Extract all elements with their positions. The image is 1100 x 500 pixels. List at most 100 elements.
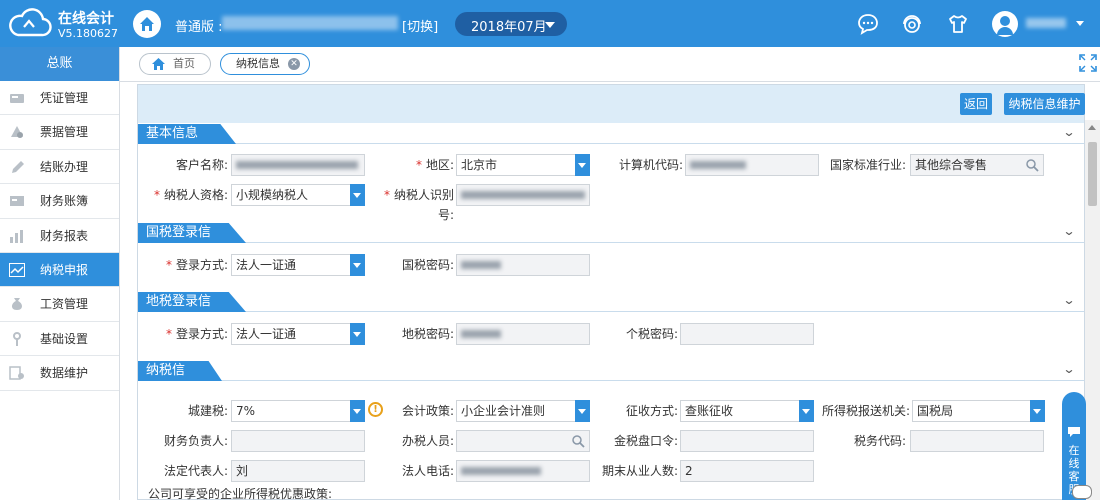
tax-handler-field[interactable] bbox=[456, 430, 590, 452]
collapse-icon[interactable]: ⌄ bbox=[1062, 224, 1075, 238]
dropdown-arrow-icon[interactable] bbox=[350, 254, 365, 276]
industry-field[interactable]: 其他综合零售 bbox=[910, 154, 1044, 176]
computer-code-label: 计算机代码: bbox=[618, 158, 683, 172]
search-icon[interactable] bbox=[571, 434, 585, 448]
redacted-value bbox=[461, 330, 501, 338]
sidebar-item-ledger[interactable]: 财务账簿 bbox=[0, 184, 119, 219]
local-login-method-select[interactable]: 法人一证通 bbox=[231, 323, 365, 345]
dropdown-arrow-icon[interactable] bbox=[350, 184, 365, 206]
back-button[interactable]: 返回 bbox=[960, 93, 992, 115]
database-icon bbox=[9, 366, 24, 380]
section-title: 纳税信息 bbox=[138, 361, 222, 381]
accounting-policy-label: 会计政策: bbox=[401, 404, 454, 418]
support-icon[interactable] bbox=[901, 13, 923, 35]
local-login-method-value: 法人一证通 bbox=[236, 327, 297, 341]
sidebar-item-settings[interactable]: 基础设置 bbox=[0, 322, 119, 357]
collection-method-select[interactable]: 查账征收 bbox=[680, 400, 814, 422]
taxpayer-type-select[interactable]: 小规模纳税人 bbox=[231, 184, 365, 206]
sidebar-item-invoice[interactable]: 票据管理 bbox=[0, 115, 119, 150]
period-selector[interactable]: 2018年07月 bbox=[455, 12, 567, 36]
national-password-field[interactable] bbox=[456, 254, 590, 276]
close-tab-icon[interactable]: ✕ bbox=[288, 58, 300, 70]
dropdown-arrow-icon[interactable] bbox=[350, 323, 365, 345]
bar-chart-icon bbox=[10, 229, 23, 243]
collapse-icon[interactable]: ⌄ bbox=[1062, 125, 1075, 139]
collection-method-value: 查账征收 bbox=[685, 404, 734, 418]
home-icon bbox=[152, 58, 165, 70]
region-label: * 地区: bbox=[415, 158, 454, 172]
scroll-thumb[interactable] bbox=[1088, 142, 1097, 206]
national-login-method-select[interactable]: 法人一证通 bbox=[231, 254, 365, 276]
home-icon bbox=[140, 17, 154, 31]
redacted-value bbox=[461, 191, 585, 199]
tab-home[interactable]: 首页 bbox=[139, 53, 211, 75]
section-national-tax-login: 国税登录信息 ⌄ bbox=[138, 223, 1084, 243]
sidebar-item-reports[interactable]: 财务报表 bbox=[0, 219, 119, 253]
search-icon[interactable] bbox=[1025, 158, 1039, 172]
finance-head-field[interactable] bbox=[231, 430, 365, 452]
sidebar-item-tax-filing[interactable]: 纳税申报 bbox=[0, 252, 119, 288]
username-redacted[interactable] bbox=[1026, 18, 1066, 28]
message-icon[interactable] bbox=[857, 13, 879, 35]
maintain-tax-info-button[interactable]: 纳税信息维护 bbox=[1004, 93, 1085, 115]
dropdown-arrow-icon[interactable] bbox=[799, 400, 814, 422]
dropdown-arrow-icon[interactable] bbox=[1030, 400, 1045, 422]
section-title: 国税登录信息 bbox=[138, 223, 246, 243]
tax-authority-label: 所得税报送机关: bbox=[821, 404, 910, 418]
tax-disk-password-field[interactable] bbox=[680, 430, 814, 452]
sidebar-item-label: 结账办理 bbox=[40, 159, 89, 174]
sidebar-item-payroll[interactable]: 工资管理 bbox=[0, 287, 119, 322]
sidebar-item-data-maintenance[interactable]: 数据维护 bbox=[0, 356, 119, 391]
home-button[interactable] bbox=[133, 10, 161, 38]
page-scrollbar[interactable] bbox=[1085, 120, 1100, 500]
local-password-field[interactable] bbox=[456, 323, 590, 345]
user-menu-caret-icon[interactable] bbox=[1076, 21, 1084, 26]
tab-tax-info[interactable]: 纳税信息 ✕ bbox=[220, 53, 310, 75]
fullscreen-icon[interactable] bbox=[1078, 53, 1098, 73]
national-login-method-label: * 登录方式: bbox=[165, 258, 228, 272]
collapse-icon[interactable]: ⌄ bbox=[1062, 293, 1075, 307]
app-logo[interactable]: 在线会计 V5.180627 bbox=[6, 6, 118, 42]
taxpayer-id-field[interactable] bbox=[456, 184, 590, 206]
legal-phone-field[interactable] bbox=[456, 460, 590, 482]
collapse-icon[interactable]: ⌄ bbox=[1062, 362, 1075, 376]
tax-agent-code-field[interactable] bbox=[910, 430, 1044, 452]
taxpayer-type-label: * 纳税人资格: bbox=[153, 188, 228, 202]
top-bar: 在线会计 V5.180627 普通版 : [切换] 2018年07月 bbox=[0, 0, 1100, 47]
legal-representative-field[interactable]: 刘 bbox=[231, 460, 365, 482]
employee-count-field[interactable]: 2 bbox=[680, 460, 814, 482]
collection-method-label: 征收方式: bbox=[625, 404, 678, 418]
tax-authority-select[interactable]: 国税局 bbox=[912, 400, 1045, 422]
sidebar-item-closing[interactable]: 结账办理 bbox=[0, 150, 119, 185]
trend-icon bbox=[9, 262, 25, 277]
employee-count-value: 2 bbox=[685, 464, 693, 478]
tax-handler-label: 办税人员: bbox=[401, 434, 454, 448]
client-name-field[interactable] bbox=[231, 154, 365, 176]
section-title: 基本信息 bbox=[138, 124, 236, 144]
sidebar-item-voucher[interactable]: 凭证管理 bbox=[0, 81, 119, 116]
computer-code-field[interactable] bbox=[685, 154, 819, 176]
scroll-up-arrow-icon[interactable] bbox=[1088, 125, 1096, 130]
region-select[interactable]: 北京市 bbox=[456, 154, 590, 176]
dropdown-arrow-icon[interactable] bbox=[350, 400, 365, 422]
user-avatar[interactable] bbox=[992, 11, 1018, 37]
dropdown-arrow-icon[interactable] bbox=[575, 154, 590, 176]
money-bag-icon bbox=[12, 298, 22, 311]
skin-icon[interactable] bbox=[947, 13, 969, 35]
local-login-method-label: * 登录方式: bbox=[165, 327, 228, 341]
legal-representative-value: 刘 bbox=[236, 464, 249, 478]
sidebar-item-label: 工资管理 bbox=[40, 297, 89, 312]
required-mark: * bbox=[165, 327, 172, 341]
dropdown-arrow-icon[interactable] bbox=[575, 400, 590, 422]
redacted-value bbox=[461, 261, 501, 269]
urban-tax-select[interactable]: 7% bbox=[231, 400, 365, 422]
chat-bubble-icon[interactable] bbox=[1072, 485, 1092, 499]
tab-tax-info-label: 纳税信息 bbox=[236, 57, 280, 70]
tax-incentive-policy-label: 公司可享受的企业所得税优惠政策: bbox=[148, 488, 333, 500]
personal-tax-password-field[interactable] bbox=[680, 323, 814, 345]
sidebar-item-label: 数据维护 bbox=[40, 366, 89, 381]
switch-company-link[interactable]: [切换] bbox=[402, 16, 438, 35]
online-service-button[interactable]: 在线客服 bbox=[1062, 392, 1086, 500]
legal-representative-label: 法定代表人: bbox=[163, 464, 228, 478]
accounting-policy-select[interactable]: 小企业会计准则 bbox=[456, 400, 590, 422]
